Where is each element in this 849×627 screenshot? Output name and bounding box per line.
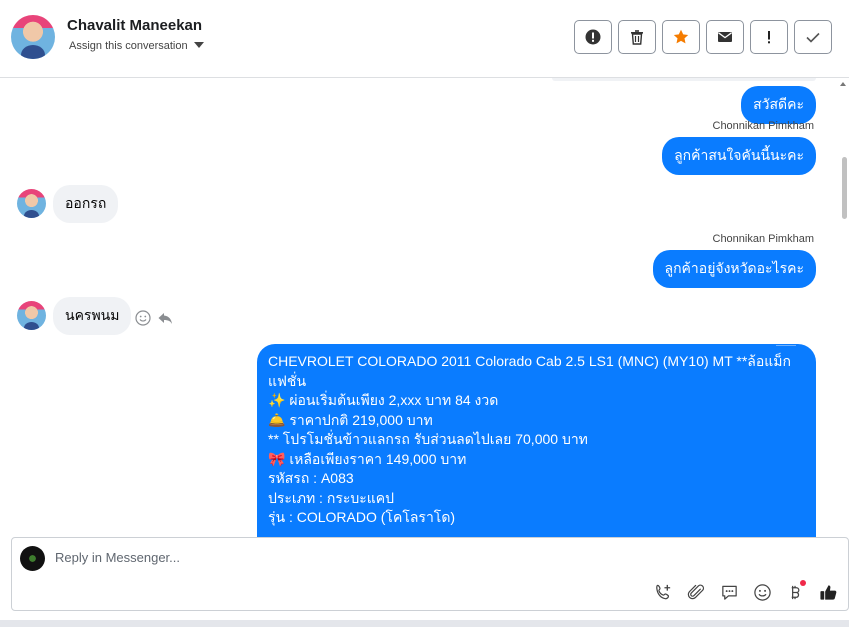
trash-icon xyxy=(631,30,643,45)
reply-icon[interactable] xyxy=(157,310,173,326)
composer-toolbar xyxy=(652,580,839,603)
message-corner-indicator xyxy=(776,345,796,346)
scrollbar-thumb[interactable] xyxy=(842,157,847,219)
scroll-up-arrow-icon[interactable] xyxy=(840,82,846,86)
contact-avatar-small xyxy=(17,189,46,218)
page-avatar xyxy=(20,546,45,571)
assign-label: Assign this conversation xyxy=(69,40,188,52)
outgoing-message[interactable]: สวัสดีคะ xyxy=(741,86,816,124)
saved-replies-icon[interactable] xyxy=(718,581,740,603)
incoming-message[interactable]: นครพนม xyxy=(53,297,132,335)
emoji-icon[interactable] xyxy=(751,581,773,603)
message-line: ** โปรโมชั่นข้าวแลกรถ รับส่วนลดไปเลย 70,… xyxy=(268,431,588,447)
mark-unread-button[interactable] xyxy=(706,20,744,54)
contact-name[interactable]: Chavalit Maneekan xyxy=(67,17,202,34)
incoming-message[interactable]: ออกรถ xyxy=(53,185,119,223)
like-icon[interactable] xyxy=(817,581,839,603)
bottom-bar xyxy=(0,620,849,627)
message-line: รุ่น : COLORADO (โคโลราโด) xyxy=(268,509,456,525)
message-line: รหัสรถ : A083 xyxy=(268,470,354,486)
caret-down-icon xyxy=(193,42,204,48)
exclamation-icon xyxy=(768,31,770,44)
mark-done-button[interactable] xyxy=(794,20,832,54)
contact-avatar-small xyxy=(17,301,46,330)
reply-composer xyxy=(11,537,849,611)
bitcoin-icon[interactable] xyxy=(784,580,806,603)
message-line: CHEVROLET COLORADO 2011 Colorado Cab 2.5… xyxy=(268,353,791,369)
contact-avatar[interactable] xyxy=(11,15,55,59)
reply-input[interactable] xyxy=(55,550,825,565)
notification-dot xyxy=(800,580,806,586)
conversation-header: Chavalit Maneekan Assign this conversati… xyxy=(0,0,849,78)
message-line: ประเภท : กระบะแคป xyxy=(268,489,395,506)
message-line: แฟชั่น xyxy=(268,372,307,389)
alert-circle-icon xyxy=(585,29,601,45)
outgoing-message[interactable]: ลูกค้าอยู่จังหวัดอะไรคะ xyxy=(652,250,816,288)
react-emoji-icon[interactable] xyxy=(135,310,151,326)
assign-conversation-dropdown[interactable]: Assign this conversation xyxy=(69,40,204,52)
mark-spam-button[interactable] xyxy=(574,20,612,54)
star-button[interactable] xyxy=(662,20,700,54)
star-icon xyxy=(673,29,689,44)
previous-message-edge xyxy=(552,78,816,81)
delete-button[interactable] xyxy=(618,20,656,54)
outgoing-long-message[interactable]: CHEVROLET COLORADO 2011 Colorado Cab 2.5… xyxy=(257,344,816,544)
sender-name: Chonnikan Pimkham xyxy=(712,120,815,132)
conversation-toolbar xyxy=(574,20,832,54)
message-line: 🛎️ ราคาปกติ 219,000 บาท xyxy=(268,411,433,428)
envelope-icon xyxy=(718,32,732,42)
checkmark-icon xyxy=(806,32,820,43)
sender-name: Chonnikan Pimkham xyxy=(712,233,815,245)
message-line: ✨ ผ่อนเริ่มต้นเพียง 2,xxx บาท 84 งวด xyxy=(268,392,499,408)
paperclip-icon[interactable] xyxy=(685,581,707,603)
follow-up-button[interactable] xyxy=(750,20,788,54)
message-line: 🎀 เหลือเพียงราคา 149,000 บาท xyxy=(268,450,467,467)
message-actions xyxy=(135,310,173,326)
outgoing-message[interactable]: ลูกค้าสนใจคันนี้นะคะ xyxy=(662,137,816,175)
phone-add-icon[interactable] xyxy=(652,581,674,603)
